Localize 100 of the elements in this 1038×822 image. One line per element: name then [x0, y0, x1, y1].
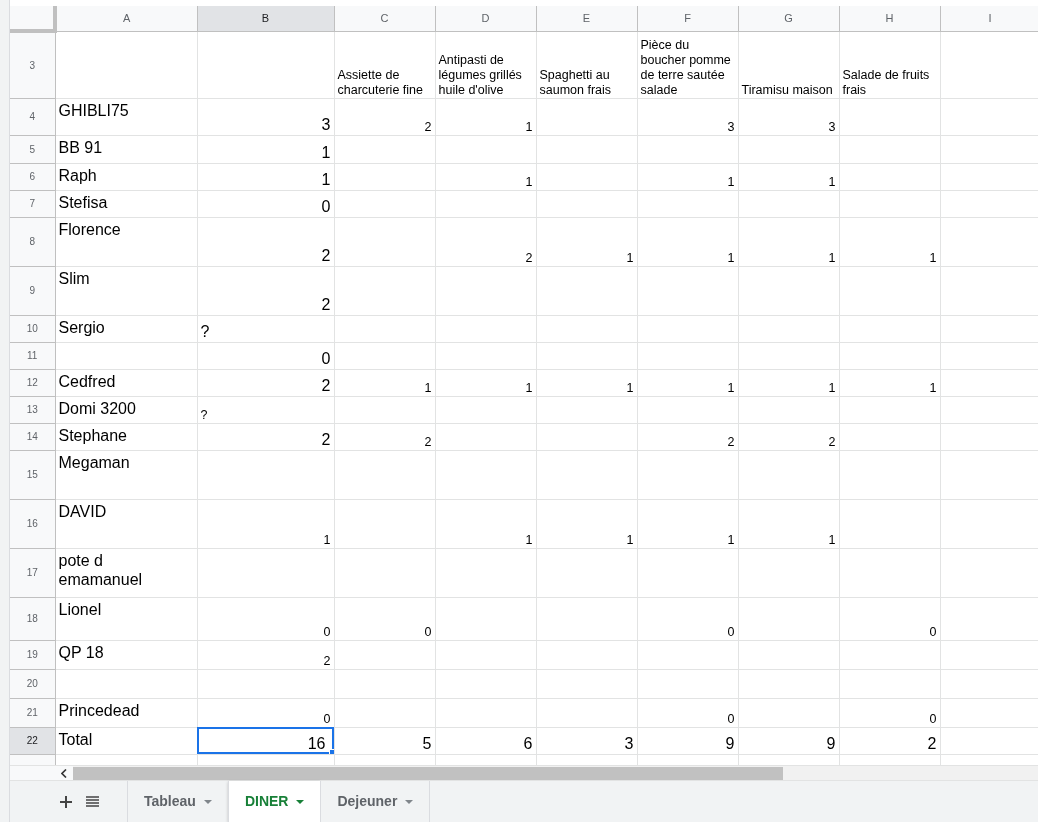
row-header[interactable]: 11 [10, 342, 55, 369]
row-header[interactable]: 20 [10, 669, 55, 698]
table-cell: 1 [626, 532, 634, 547]
table-cell: 2 [323, 653, 331, 668]
row-header[interactable]: 9 [10, 266, 55, 315]
table-cell: 6 [523, 735, 533, 753]
name-cell: pote d emamanuel [58, 551, 143, 588]
table-cell: 2 [424, 119, 432, 134]
name-cell: GHIBLI75 [58, 101, 129, 119]
column-header[interactable]: H [839, 6, 940, 31]
table-cell: 3 [828, 119, 836, 134]
name-cell: BB 91 [58, 138, 103, 156]
table-cell: 1 [727, 250, 735, 265]
column-header[interactable]: G [738, 6, 839, 31]
table-cell: 1 [323, 532, 331, 547]
table-cell: 3 [321, 116, 331, 134]
name-cell: Raph [58, 166, 97, 184]
row-header[interactable]: 18 [10, 597, 55, 640]
table-cell: 1 [828, 250, 836, 265]
name-cell: Total [58, 730, 93, 748]
scroll-left-icon[interactable] [61, 768, 67, 778]
column-header[interactable]: C [334, 6, 435, 31]
caret-icon [405, 799, 414, 804]
table-cell: 2 [424, 434, 432, 449]
name-cell: Slim [58, 269, 90, 287]
name-cell: Sergio [58, 318, 105, 336]
horizontal-scrollbar-thumb[interactable] [73, 766, 783, 780]
caret-icon [203, 799, 212, 804]
table-cell: ? [200, 323, 210, 341]
name-cell: Domi 3200 [58, 399, 136, 417]
column-title: Antipasti de légumes grillés huile d'olive [438, 52, 523, 97]
table-cell: ? [200, 407, 208, 422]
table-cell: 2 [321, 431, 331, 449]
column-header[interactable]: B [197, 6, 334, 31]
table-cell: 0 [929, 624, 937, 639]
row-header[interactable]: 14 [10, 423, 55, 450]
row-header[interactable]: 13 [10, 396, 55, 423]
table-cell: 1 [828, 174, 836, 189]
table-cell: 3 [624, 735, 634, 753]
name-cell: DAVID [58, 502, 107, 520]
table-cell: 0 [929, 711, 937, 726]
name-cell: Lionel [58, 600, 102, 618]
table-cell: 2 [927, 735, 937, 753]
table-cell: 2 [321, 296, 331, 314]
row-header[interactable]: 22 [10, 727, 55, 754]
table-cell: 9 [725, 735, 735, 753]
table-cell: 1 [321, 171, 331, 189]
row-header[interactable]: 3 [10, 31, 55, 98]
table-cell: 0 [323, 711, 331, 726]
column-header[interactable]: F [637, 6, 738, 31]
name-cell: QP 18 [58, 643, 104, 661]
column-title: Salade de fruits frais [842, 67, 931, 97]
menu-icon[interactable] [86, 796, 99, 807]
row-header[interactable]: 4 [10, 98, 55, 135]
row-header[interactable]: 6 [10, 163, 55, 190]
table-cell: 1 [929, 250, 937, 265]
table-cell: 1 [525, 174, 533, 189]
table-cell: 0 [321, 350, 331, 368]
column-header[interactable]: E [536, 6, 637, 31]
table-cell: 0 [727, 711, 735, 726]
table-cell: 1 [626, 380, 634, 395]
table-cell: 0 [424, 624, 432, 639]
column-header[interactable]: I [940, 6, 1038, 31]
row-header[interactable]: 17 [10, 548, 55, 597]
row-header[interactable]: 8 [10, 217, 55, 266]
column-header[interactable]: A [55, 6, 197, 31]
table-cell: 0 [727, 624, 735, 639]
table-cell: 0 [321, 198, 331, 216]
row-header[interactable]: 5 [10, 135, 55, 163]
table-cell: 1 [828, 380, 836, 395]
table-cell: 2 [828, 434, 836, 449]
caret-icon [296, 799, 305, 804]
add-icon[interactable] [60, 795, 72, 808]
column-title: Pièce du boucher pomme de terre sautée salade [640, 37, 732, 97]
sheet-tab[interactable]: Dejeuner [320, 781, 431, 822]
row-header[interactable]: 19 [10, 640, 55, 669]
row-header[interactable]: 15 [10, 450, 55, 499]
table-cell: 1 [727, 532, 735, 547]
table-cell: 1 [929, 380, 937, 395]
table-cell: 9 [826, 735, 836, 753]
sheet-tab[interactable]: DINER [227, 781, 321, 822]
row-header[interactable]: 21 [10, 698, 55, 727]
table-cell: 1 [525, 380, 533, 395]
column-title: Tiramisu maison [741, 82, 833, 97]
name-cell: Stefisa [58, 193, 108, 211]
column-title: Spaghetti au saumon frais [539, 67, 613, 97]
table-cell: 2 [321, 377, 331, 395]
table-cell: 16 [307, 735, 326, 753]
name-cell: Stephane [58, 426, 127, 444]
table-cell: 2 [525, 250, 533, 265]
row-header[interactable]: 16 [10, 499, 55, 548]
table-cell: 1 [626, 250, 634, 265]
row-header[interactable]: 7 [10, 190, 55, 217]
row-header[interactable]: 10 [10, 315, 55, 342]
table-cell: 0 [323, 624, 331, 639]
table-cell: 1 [727, 380, 735, 395]
row-header[interactable]: 12 [10, 369, 55, 396]
column-header[interactable]: D [435, 6, 536, 31]
table-cell: 2 [321, 247, 331, 265]
table-cell: 1 [828, 532, 836, 547]
